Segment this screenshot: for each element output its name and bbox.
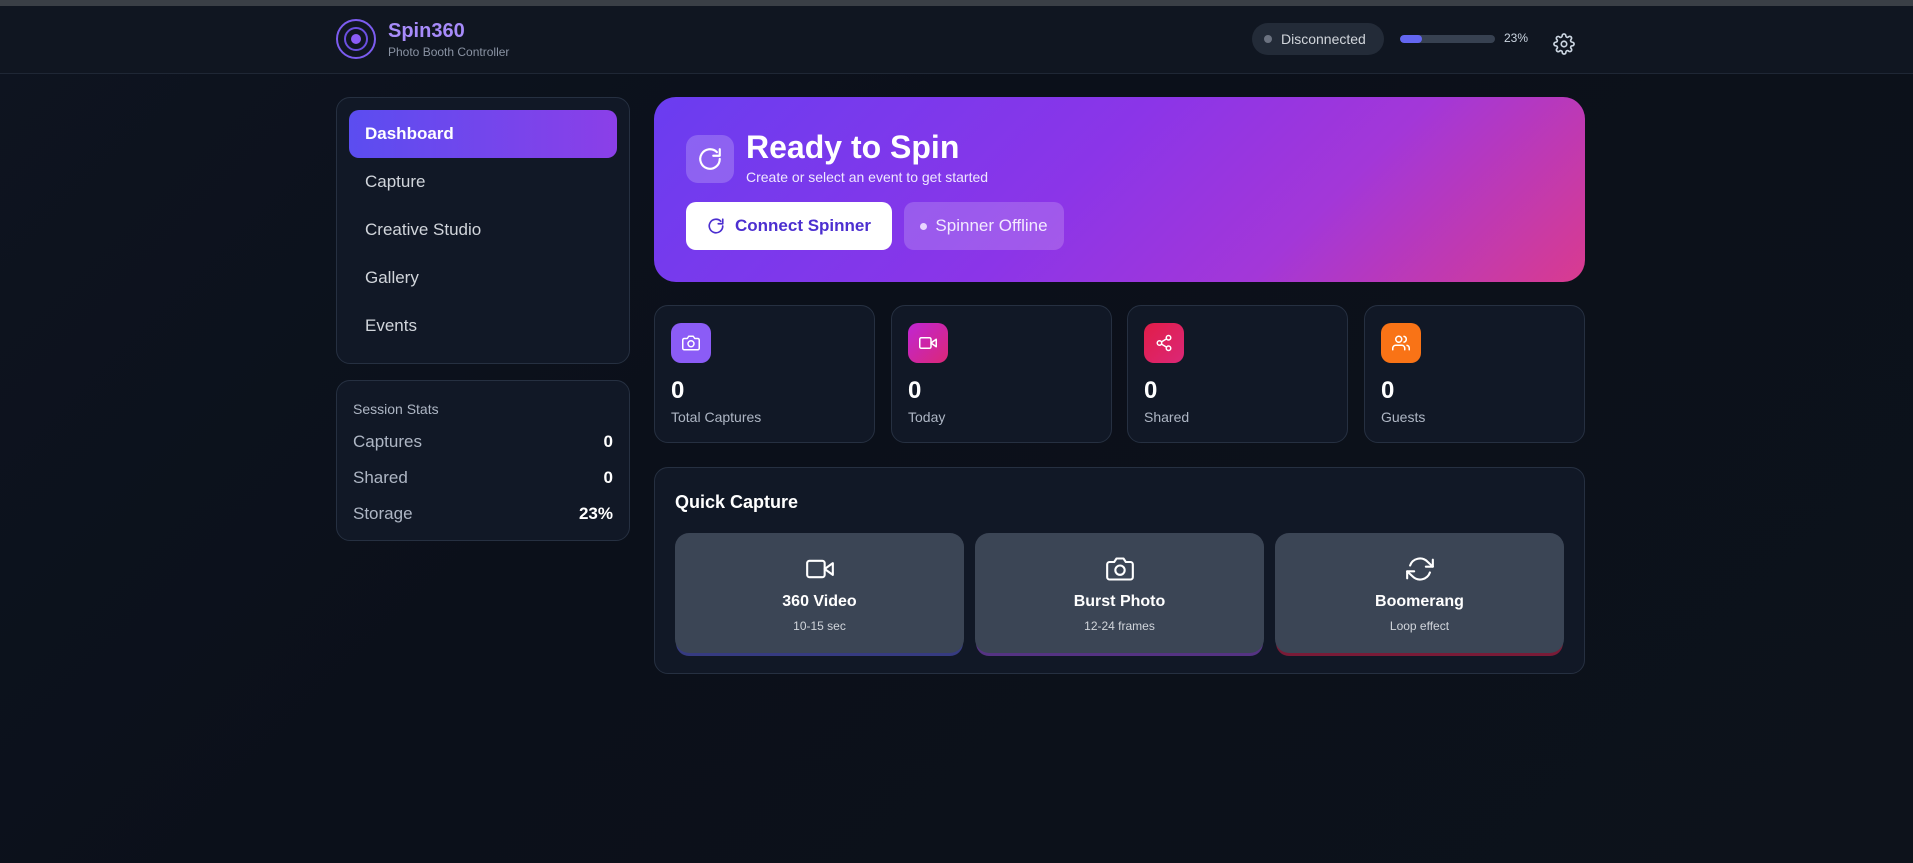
connect-spinner-label: Connect Spinner — [734, 216, 871, 235]
camera-icon — [671, 323, 711, 363]
session-stats-title: Session Stats — [353, 401, 439, 417]
hero-title: Ready to Spin — [746, 129, 960, 165]
stat-value: 0 — [603, 432, 613, 451]
session-stats-card: Session Stats Captures 0 Shared 0 Storag… — [336, 380, 630, 541]
status-dot-icon — [1264, 35, 1272, 43]
sidebar-nav: Dashboard Capture Creative Studio Galler… — [336, 97, 630, 364]
quick-capture-card: Quick Capture 360 Video 10-15 sec Burst … — [654, 467, 1585, 674]
stat-value: 0 — [603, 468, 613, 487]
stat-label: Captures — [353, 432, 422, 451]
logo-icon — [336, 19, 376, 59]
metric-total-captures: 0 Total Captures — [654, 305, 875, 443]
stat-label: Shared — [353, 468, 408, 487]
metric-value: 0 — [1381, 377, 1395, 404]
refresh-icon — [1405, 557, 1434, 581]
metric-label: Guests — [1381, 409, 1426, 425]
sidebar-item-dashboard[interactable]: Dashboard — [349, 110, 617, 158]
stat-row-captures: Captures 0 — [353, 432, 613, 452]
stat-row-storage: Storage 23% — [353, 504, 613, 524]
stat-label: Storage — [353, 504, 413, 523]
quick-capture-title: Quick Capture — [675, 492, 799, 512]
stat-row-shared: Shared 0 — [353, 468, 613, 488]
capture-mode-boomerang-button[interactable]: Boomerang Loop effect — [1275, 533, 1564, 653]
storage-progress-bar — [1400, 35, 1495, 43]
sidebar-item-events[interactable]: Events — [349, 302, 617, 350]
capture-mode-360-video-button[interactable]: 360 Video 10-15 sec — [675, 533, 964, 653]
capture-mode-name: Boomerang — [1375, 593, 1464, 610]
refresh-icon — [708, 218, 724, 234]
metric-label: Today — [908, 409, 946, 425]
brand: Spin360 Photo Booth Controller — [388, 19, 509, 59]
sidebar-item-creative-studio[interactable]: Creative Studio — [349, 206, 617, 254]
capture-mode-desc: Loop effect — [1389, 619, 1450, 633]
metric-label: Shared — [1144, 409, 1190, 425]
video-icon — [908, 323, 948, 363]
app-header: Spin360 Photo Booth Controller Disconnec… — [0, 6, 1913, 74]
metric-label: Total Captures — [671, 409, 762, 425]
app-subtitle: Photo Booth Controller — [388, 45, 510, 59]
stat-value: 23% — [578, 504, 613, 523]
sidebar-item-gallery[interactable]: Gallery — [349, 254, 617, 302]
offline-dot-icon — [920, 222, 928, 230]
hero-subtitle: Create or select an event to get started — [746, 169, 989, 185]
spinner-offline-status: Spinner Offline — [904, 202, 1064, 250]
refresh-icon — [686, 135, 734, 183]
capture-mode-name: Burst Photo — [1073, 593, 1166, 610]
capture-mode-desc: 10-15 sec — [793, 619, 846, 633]
connection-status-text: Disconnected — [1281, 31, 1366, 47]
metric-value: 0 — [908, 377, 922, 404]
connect-spinner-button[interactable]: Connect Spinner — [686, 202, 892, 250]
users-icon — [1381, 323, 1421, 363]
connection-status-badge: Disconnected — [1252, 23, 1384, 55]
metric-value: 0 — [1144, 377, 1158, 404]
settings-button[interactable] — [1553, 33, 1575, 55]
spinner-offline-label: Spinner Offline — [935, 216, 1048, 235]
metric-value: 0 — [671, 377, 685, 404]
gear-icon — [1553, 33, 1575, 55]
sidebar-item-capture[interactable]: Capture — [349, 158, 617, 206]
storage-percent: 23% — [1504, 31, 1529, 45]
capture-mode-name: 360 Video — [782, 593, 857, 610]
storage-progress-fill — [1400, 35, 1422, 43]
share-icon — [1144, 323, 1184, 363]
camera-icon — [1105, 557, 1134, 581]
metric-guests: 0 Guests — [1364, 305, 1585, 443]
capture-mode-burst-photo-button[interactable]: Burst Photo 12-24 frames — [975, 533, 1264, 653]
capture-mode-desc: 12-24 frames — [1084, 619, 1155, 633]
video-icon — [805, 559, 834, 579]
hero-banner: Ready to Spin Create or select an event … — [654, 97, 1585, 282]
metric-today: 0 Today — [891, 305, 1112, 443]
metric-shared: 0 Shared — [1127, 305, 1348, 443]
app-name: Spin360 — [388, 20, 465, 42]
